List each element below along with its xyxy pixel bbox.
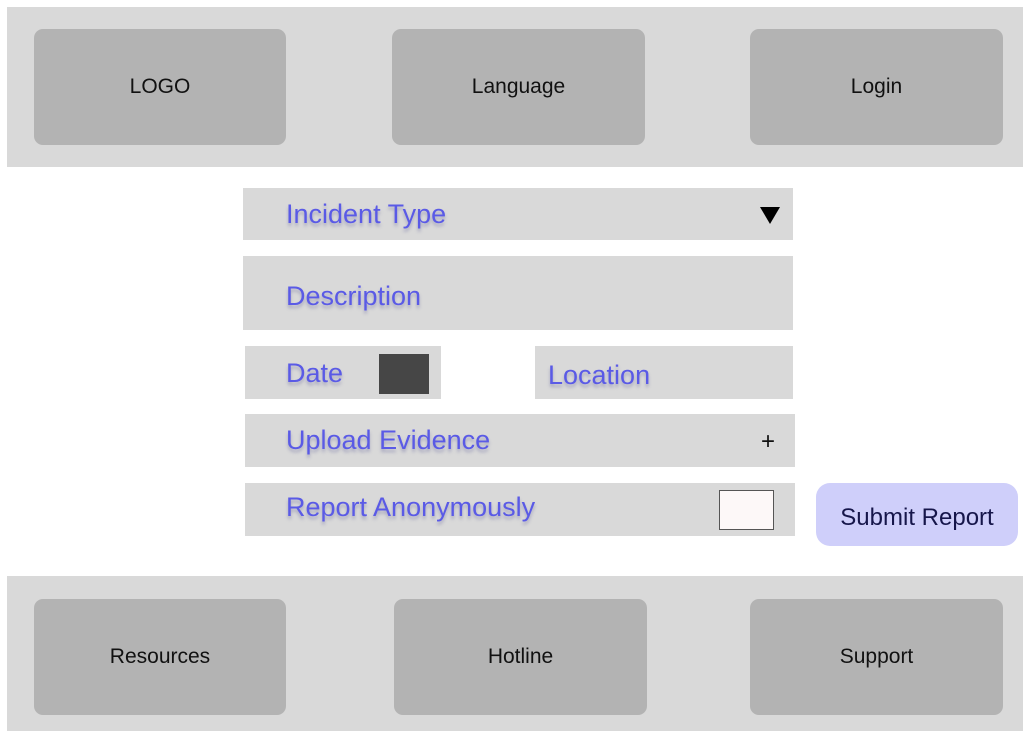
location-label: Location (548, 360, 651, 390)
resources-label: Resources (109, 645, 211, 668)
hotline-button[interactable]: Hotline (394, 599, 647, 715)
upload-evidence-field[interactable]: Upload Evidence + (245, 414, 795, 467)
triangle-down-icon (760, 207, 780, 224)
login-label: Login (850, 75, 903, 98)
logo-button[interactable]: LOGO (34, 29, 286, 145)
description-field[interactable]: Description (243, 256, 793, 330)
support-label: Support (839, 645, 914, 668)
report-anonymously-label: Report Anonymously (286, 492, 536, 522)
report-anonymously-checkbox[interactable] (719, 490, 774, 530)
resources-button[interactable]: Resources (34, 599, 286, 715)
logo-label: LOGO (129, 75, 191, 98)
language-button[interactable]: Language (392, 29, 645, 145)
language-label: Language (471, 75, 566, 98)
login-button[interactable]: Login (750, 29, 1003, 145)
incident-type-select[interactable]: Incident Type (243, 188, 793, 240)
report-anonymously-row: Report Anonymously (245, 483, 795, 536)
upload-evidence-label: Upload Evidence (286, 425, 491, 455)
location-field[interactable]: Location (535, 346, 793, 399)
submit-report-label: Submit Report (840, 503, 994, 531)
date-label: Date (286, 358, 344, 388)
support-button[interactable]: Support (750, 599, 1003, 715)
description-label: Description (286, 281, 422, 311)
incident-type-label: Incident Type (286, 199, 447, 229)
plus-icon[interactable]: + (761, 430, 775, 454)
submit-report-button[interactable]: Submit Report (816, 483, 1018, 546)
calendar-icon[interactable] (379, 354, 429, 394)
date-field[interactable]: Date (245, 346, 441, 399)
hotline-label: Hotline (487, 645, 554, 668)
